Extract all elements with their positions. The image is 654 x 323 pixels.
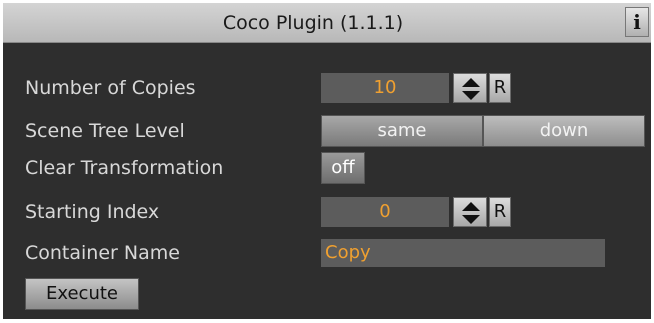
starting-index-label: Starting Index <box>25 201 160 223</box>
starting-index-reset-button[interactable]: R <box>489 197 511 227</box>
up-down-arrows-icon <box>462 78 480 100</box>
panel-title: Coco Plugin (1.1.1) <box>222 12 404 34</box>
up-down-arrows-icon <box>462 202 480 224</box>
number-of-copies-stepper[interactable] <box>453 73 487 103</box>
number-of-copies-field[interactable]: 10 <box>321 73 449 103</box>
clear-transformation-label: Clear Transformation <box>25 157 224 179</box>
clear-transformation-toggle[interactable]: off <box>321 152 365 184</box>
execute-button[interactable]: Execute <box>25 278 139 310</box>
number-of-copies-label: Number of Copies <box>25 77 196 99</box>
info-icon[interactable]: i <box>625 7 649 37</box>
number-of-copies-reset-button[interactable]: R <box>489 73 511 103</box>
scene-tree-level-label: Scene Tree Level <box>25 120 185 142</box>
starting-index-field[interactable]: 0 <box>321 197 449 227</box>
container-name-input[interactable]: Copy <box>321 239 605 267</box>
scene-tree-level-option-same[interactable]: same <box>321 115 483 147</box>
scene-tree-level-option-down[interactable]: down <box>483 115 645 147</box>
container-name-label: Container Name <box>25 242 180 264</box>
title-bar: Coco Plugin (1.1.1) i <box>3 3 651 43</box>
starting-index-stepper[interactable] <box>453 197 487 227</box>
coco-plugin-panel: Coco Plugin (1.1.1) i Number of Copies 1… <box>3 3 651 319</box>
